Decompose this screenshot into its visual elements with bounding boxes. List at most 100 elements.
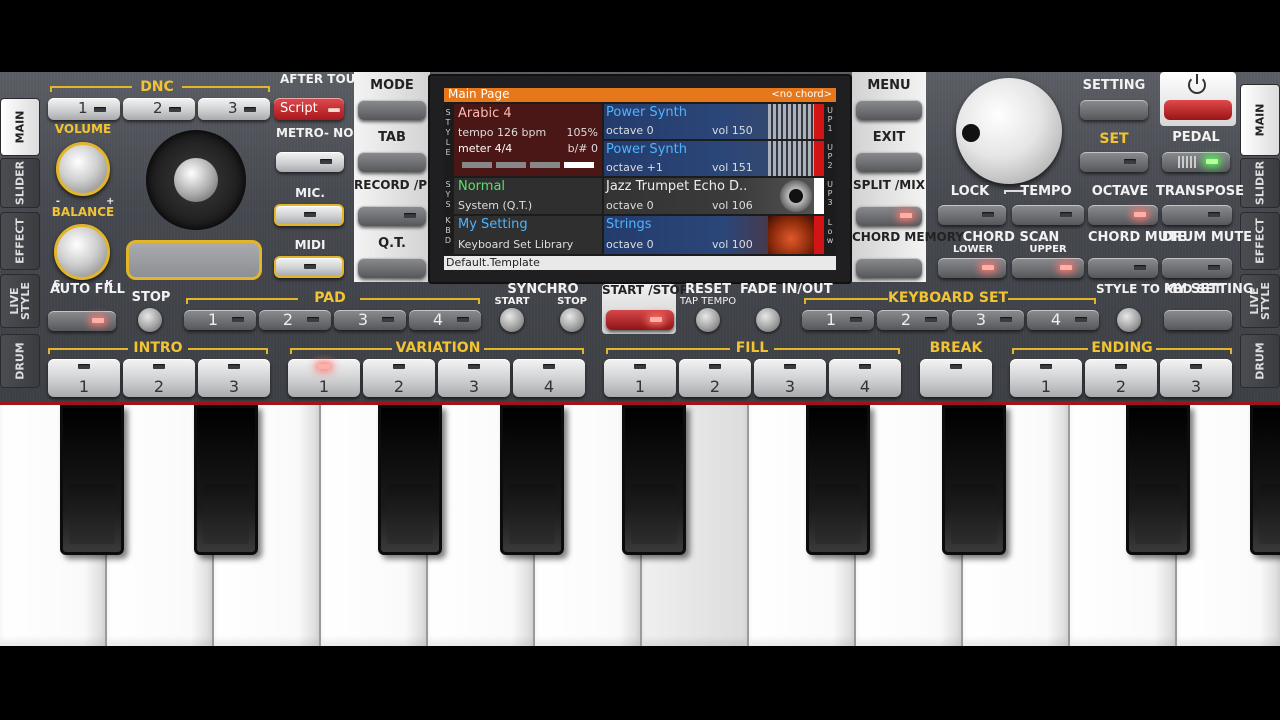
- black-key[interactable]: [500, 405, 564, 555]
- dnc-button-2[interactable]: 2: [123, 98, 195, 120]
- pad-stop-knob[interactable]: [138, 308, 162, 332]
- fill-button-4[interactable]: 4: [829, 359, 901, 397]
- tab-drum-right[interactable]: DRUM: [1240, 334, 1280, 388]
- track-row[interactable]: Jazz Trumpet Echo D.. octave 0 vol 106: [604, 178, 824, 214]
- data-dial[interactable]: [956, 78, 1062, 184]
- exit-button[interactable]: [856, 152, 922, 172]
- ending-bracket-left: [1012, 348, 1088, 354]
- intro-button-3[interactable]: 3: [198, 359, 270, 397]
- chord-scan-lower-button[interactable]: [938, 258, 1006, 278]
- black-key[interactable]: [1250, 405, 1280, 555]
- setting-button[interactable]: [1080, 100, 1148, 120]
- ending-button-2[interactable]: 2: [1085, 359, 1157, 397]
- black-key[interactable]: [60, 405, 124, 555]
- tab-effect-left[interactable]: EFFECT: [0, 212, 40, 270]
- black-key[interactable]: [806, 405, 870, 555]
- volume-minus: -: [55, 196, 61, 207]
- fill-button-2[interactable]: 2: [679, 359, 751, 397]
- chord-memory-button[interactable]: [856, 258, 922, 278]
- black-key[interactable]: [942, 405, 1006, 555]
- style-block[interactable]: Arabic 4 tempo 126 bpm 105% meter 4/4 b/…: [454, 104, 602, 176]
- setting-label: SETTING: [1082, 78, 1146, 93]
- piano-keyboard[interactable]: [0, 405, 1280, 646]
- black-key[interactable]: [622, 405, 686, 555]
- dnc-button-3[interactable]: 3: [198, 98, 270, 120]
- volume-knob[interactable]: [56, 142, 110, 196]
- lcd-title: Main Page: [448, 88, 510, 101]
- auto-fill-label: AUTO FILL: [50, 282, 125, 297]
- joystick[interactable]: [146, 130, 246, 230]
- mic-label: MIC.: [295, 186, 325, 200]
- ending-title: ENDING: [1091, 340, 1153, 356]
- track-name: Power Synth: [606, 105, 687, 120]
- sys-sub: System (Q.T.): [458, 199, 533, 212]
- kbd-block[interactable]: My Setting Keyboard Set Library: [454, 216, 602, 254]
- variation-button-4[interactable]: 4: [513, 359, 585, 397]
- synchro-start-knob[interactable]: [500, 308, 524, 332]
- script-button[interactable]: Script: [274, 98, 344, 120]
- chord-scan-upper-button[interactable]: [1012, 258, 1084, 278]
- fill-button-3[interactable]: 3: [754, 359, 826, 397]
- style-to-kbd-knob[interactable]: [1117, 308, 1141, 332]
- track-tag: UP1: [827, 106, 833, 133]
- ending-button-1[interactable]: 1: [1010, 359, 1082, 397]
- tab-drum-left[interactable]: DRUM: [0, 334, 40, 388]
- lock-button[interactable]: [938, 205, 1006, 225]
- variation-button-2[interactable]: 2: [363, 359, 435, 397]
- black-key[interactable]: [378, 405, 442, 555]
- track-tag: Low: [826, 218, 834, 245]
- track-vol: vol 151: [712, 161, 753, 174]
- qt-button[interactable]: [358, 258, 426, 278]
- tab-main-left[interactable]: MAIN: [0, 98, 40, 156]
- style-name: Arabic 4: [458, 106, 512, 121]
- balance-knob[interactable]: [54, 224, 110, 280]
- pedal-button[interactable]: [1162, 152, 1230, 172]
- variation-button-3[interactable]: 3: [438, 359, 510, 397]
- midi-button[interactable]: [274, 256, 344, 278]
- reset-tap-tempo-knob[interactable]: [696, 308, 720, 332]
- menu-button[interactable]: [856, 100, 922, 120]
- track-row[interactable]: Power Synth octave +1 vol 151: [604, 141, 824, 176]
- dnc-button-1[interactable]: 1: [48, 98, 120, 120]
- pad-button-4[interactable]: 4: [409, 310, 481, 330]
- my-setting-button[interactable]: [1164, 310, 1232, 330]
- tempo-button[interactable]: [1012, 205, 1084, 225]
- start-stop-button[interactable]: [606, 310, 674, 330]
- split-mix-button[interactable]: [856, 206, 922, 226]
- lcd[interactable]: Main Page <no chord> STYLE SYS KBD Arabi…: [444, 88, 836, 270]
- tab-slider-right[interactable]: SLIDER: [1240, 158, 1280, 208]
- track-row[interactable]: Power Synth octave 0 vol 150: [604, 104, 824, 139]
- variation-button-1[interactable]: 1: [288, 359, 360, 397]
- record-play-button[interactable]: [358, 206, 426, 226]
- chord-mute-button[interactable]: [1088, 258, 1158, 278]
- tab-button[interactable]: [358, 152, 426, 172]
- tab-main-right[interactable]: MAIN: [1240, 84, 1280, 156]
- button-number: 1: [78, 377, 90, 396]
- transpose-button[interactable]: [1162, 205, 1232, 225]
- tab-live-style-left[interactable]: LIVE STYLE: [0, 274, 40, 328]
- octave-button[interactable]: [1088, 205, 1158, 225]
- ending-button-3[interactable]: 3: [1160, 359, 1232, 397]
- power-button[interactable]: [1160, 72, 1236, 126]
- synchro-stop-knob[interactable]: [560, 308, 584, 332]
- tab-slider-left[interactable]: SLIDER: [0, 158, 40, 208]
- set-button[interactable]: [1080, 152, 1148, 172]
- mode-button[interactable]: [358, 100, 426, 120]
- track-row[interactable]: Strings octave 0 vol 100: [604, 216, 824, 254]
- touch-pad[interactable]: [126, 240, 262, 280]
- keyboard-set-button-4[interactable]: 4: [1027, 310, 1099, 330]
- auto-fill-button[interactable]: [48, 311, 116, 331]
- intro-button-2[interactable]: 2: [123, 359, 195, 397]
- fill-button-1[interactable]: 1: [604, 359, 676, 397]
- intro-button-1[interactable]: 1: [48, 359, 120, 397]
- break-button[interactable]: [920, 359, 992, 397]
- synchro-label: SYNCHRO: [507, 282, 579, 297]
- black-key[interactable]: [1126, 405, 1190, 555]
- sys-block[interactable]: Normal System (Q.T.): [454, 178, 602, 214]
- drum-mute-button[interactable]: [1162, 258, 1232, 278]
- metronome-button[interactable]: [276, 152, 344, 172]
- mic-button[interactable]: [274, 204, 344, 226]
- black-key[interactable]: [194, 405, 258, 555]
- fade-knob[interactable]: [756, 308, 780, 332]
- balance-label: BALANCE: [51, 205, 115, 219]
